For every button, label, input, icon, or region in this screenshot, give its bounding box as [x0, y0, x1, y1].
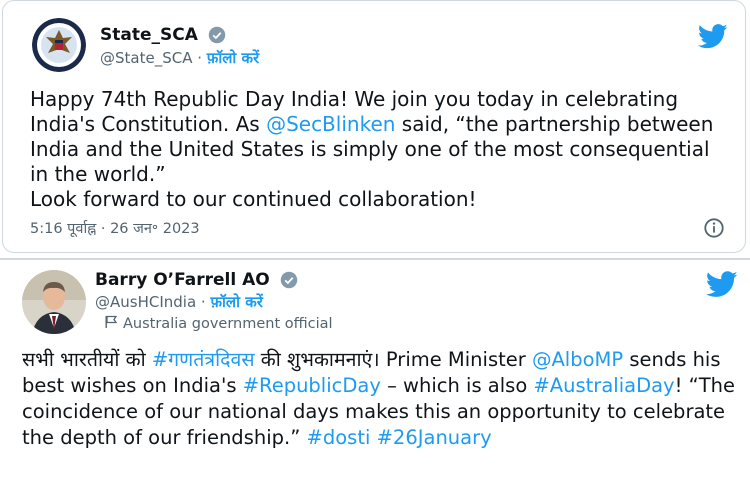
tweet-text: सभी भारतीयों को #गणतंत्रदिवस की शुभकामना…: [22, 347, 744, 451]
hashtag-link[interactable]: #26January: [377, 426, 492, 449]
twitter-bird-icon[interactable]: [706, 271, 738, 298]
tweet-text: Happy 74th Republic Day India! We join y…: [30, 87, 730, 212]
handle-line: @AusHCIndia · फ़ॉलो करें: [95, 292, 263, 312]
affiliation-line: Australia government official: [104, 315, 333, 332]
display-name-text[interactable]: Barry O’Farrell AO: [95, 270, 270, 290]
mention-link[interactable]: @AlboMP: [532, 348, 623, 371]
display-name[interactable]: Barry O’Farrell AO: [95, 270, 298, 290]
flag-icon: [105, 315, 118, 328]
info-icon[interactable]: [703, 217, 725, 239]
hashtag-link[interactable]: #RepublicDay: [243, 374, 381, 397]
display-name[interactable]: State_SCA: [100, 25, 226, 45]
timestamp-link[interactable]: 5:16 पूर्वाह्न · 26 जन॰ 2023: [30, 218, 200, 238]
twitter-bird-icon[interactable]: [698, 24, 728, 49]
follow-button[interactable]: फ़ॉलो करें: [207, 49, 259, 67]
separator: ·: [192, 49, 207, 67]
handle-line: @State_SCA · फ़ॉलो करें: [100, 48, 259, 68]
verified-badge-icon: [280, 271, 297, 289]
handle[interactable]: @AusHCIndia: [95, 293, 196, 311]
profile-photo-avatar[interactable]: [22, 270, 86, 334]
tweet-text-part: Look forward to our continued collaborat…: [30, 187, 477, 211]
hashtag-link[interactable]: #गणतंत्रदिवस: [152, 348, 255, 371]
state-department-seal-avatar[interactable]: [32, 18, 86, 72]
follow-button[interactable]: फ़ॉलो करें: [210, 293, 262, 311]
verified-badge-icon: [208, 26, 226, 44]
hashtag-link[interactable]: #dosti: [307, 426, 371, 449]
tweet-text-part: – which is also: [380, 374, 534, 397]
hashtag-link[interactable]: #AustraliaDay: [533, 374, 674, 397]
affiliation-label[interactable]: Australia government official: [123, 316, 333, 332]
tweet-text-part: की शुभकामनाएं। Prime Minister: [254, 348, 532, 371]
separator: ·: [196, 293, 211, 311]
display-name-text[interactable]: State_SCA: [100, 25, 198, 45]
mention-link[interactable]: @SecBlinken: [266, 112, 395, 136]
handle[interactable]: @State_SCA: [100, 49, 192, 67]
tweet-text-part: सभी भारतीयों को: [22, 348, 152, 371]
